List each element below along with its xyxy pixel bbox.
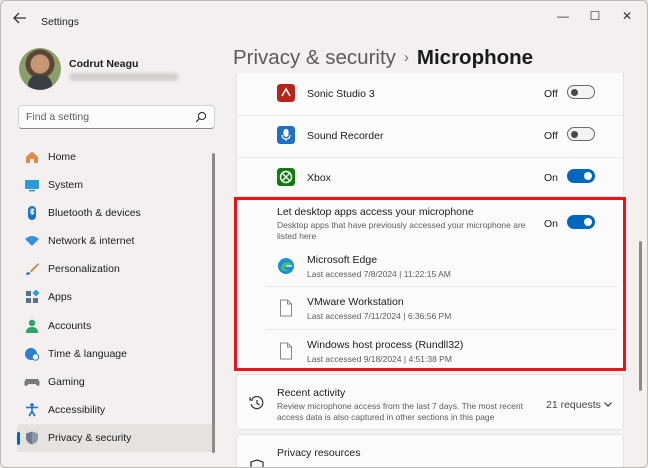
recent-activity-card[interactable]: Recent activity Review microphone access… — [236, 374, 624, 430]
back-arrow-icon — [13, 12, 26, 24]
sidebar-item-gaming[interactable]: Gaming — [17, 368, 215, 396]
sidebar-item-label: Gaming — [48, 375, 85, 388]
brush-icon — [26, 263, 39, 276]
sidebar-item-label: Privacy & security — [48, 431, 132, 444]
search-input[interactable] — [26, 111, 186, 123]
chevron-down-icon[interactable] — [603, 399, 613, 409]
bluetooth-icon — [28, 206, 36, 221]
minimize-button[interactable]: — — [553, 9, 573, 25]
app-name: VMware Workstation — [307, 296, 404, 308]
sonic-studio-icon — [277, 84, 295, 102]
main-scrollbar[interactable] — [639, 241, 642, 391]
sidebar-scrollbar[interactable] — [212, 153, 215, 453]
privacy-resources-title: Privacy resources — [277, 447, 361, 459]
sidebar-item-label: System — [48, 179, 84, 192]
sidebar-item-label: Network & internet — [48, 235, 135, 248]
person-icon — [26, 319, 38, 333]
desktop-apps-toggle[interactable] — [567, 215, 595, 229]
monitor-icon — [25, 180, 39, 192]
sidebar-item-apps[interactable]: Apps — [17, 283, 215, 311]
desktop-app-row-edge: Microsoft Edge Last accessed 7/8/2024 | … — [237, 243, 623, 285]
toggle-state-label: On — [544, 172, 559, 184]
sidebar-item-label: Accessibility — [48, 403, 106, 416]
recent-activity-title: Recent activity — [277, 387, 346, 399]
breadcrumb-parent[interactable]: Privacy & security — [233, 46, 396, 69]
app-row-sound-recorder: Sound Recorder Off — [237, 115, 623, 157]
close-button[interactable]: ✕ — [617, 9, 637, 25]
accessibility-icon — [26, 403, 38, 417]
request-count: 21 requests — [546, 399, 601, 411]
sidebar-item-system[interactable]: System — [17, 171, 215, 199]
breadcrumb-separator: › — [403, 49, 409, 66]
last-accessed: Last accessed 7/11/2024 | 6:36:56 PM — [307, 311, 452, 321]
app-row-sonic-studio: Sonic Studio 3 Off — [237, 73, 623, 115]
search-box[interactable] — [18, 105, 215, 129]
breadcrumb: Privacy & security › Microphone — [233, 46, 533, 70]
desktop-apps-section: Let desktop apps access your microphone … — [236, 198, 624, 369]
app-title: Settings — [41, 16, 79, 28]
desktop-app-row-rundll32: Windows host process (Rundll32) Last acc… — [237, 328, 623, 370]
gamepad-icon — [24, 378, 40, 386]
sidebar-item-label: Home — [48, 151, 77, 163]
maximize-button[interactable]: ☐ — [585, 9, 605, 25]
user-email-blurred — [69, 73, 179, 81]
xbox-toggle[interactable] — [567, 169, 595, 183]
sidebar-item-label: Apps — [48, 291, 72, 304]
sidebar-item-privacy-security[interactable]: Privacy & security — [17, 423, 215, 453]
apps-icon — [26, 290, 40, 304]
sidebar-item-network[interactable]: Network & internet — [17, 227, 215, 255]
xbox-icon — [277, 168, 295, 186]
toggle-state-label: On — [544, 218, 559, 230]
sonic-studio-toggle[interactable] — [567, 85, 595, 99]
file-icon — [280, 299, 292, 317]
back-button[interactable] — [13, 11, 31, 27]
sidebar-item-personalization[interactable]: Personalization — [17, 255, 215, 283]
app-name: Microsoft Edge — [307, 254, 378, 266]
user-name: Codrut Neagu — [69, 58, 139, 70]
app-name: Sound Recorder — [307, 130, 384, 142]
avatar — [19, 48, 61, 90]
toggle-state-label: Off — [544, 130, 558, 142]
wifi-icon — [25, 236, 39, 247]
app-permissions-list: Sonic Studio 3 Off Sound Recorder Off Xb… — [236, 73, 624, 197]
sidebar-item-label: Bluetooth & devices — [48, 207, 141, 220]
edge-icon — [278, 258, 294, 274]
sidebar-item-time-language[interactable]: Time & language — [17, 340, 215, 368]
app-name: Xbox — [307, 172, 331, 184]
sidebar-item-bluetooth[interactable]: Bluetooth & devices — [17, 199, 215, 227]
desktop-apps-description: Desktop apps that have previously access… — [277, 220, 526, 241]
app-row-xbox: Xbox On — [237, 157, 623, 199]
file-icon — [280, 342, 292, 360]
home-icon — [26, 151, 38, 163]
toggle-state-label: Off — [544, 88, 558, 100]
app-name: Sonic Studio 3 — [307, 88, 375, 100]
title-bar: Settings — ☐ ✕ — [1, 1, 647, 35]
last-accessed: Last accessed 9/18/2024 | 4:51:38 PM — [307, 354, 452, 364]
app-name: Windows host process (Rundll32) — [307, 339, 464, 351]
privacy-resources-card[interactable]: Privacy resources — [236, 434, 624, 467]
sound-recorder-icon — [277, 126, 295, 144]
last-accessed: Last accessed 7/8/2024 | 11:22:15 AM — [307, 269, 451, 279]
desktop-apps-title: Let desktop apps access your microphone — [277, 206, 474, 218]
sidebar-item-label: Personalization — [48, 263, 120, 276]
desktop-app-row-vmware: VMware Workstation Last accessed 7/11/20… — [237, 285, 623, 327]
history-icon — [249, 395, 264, 410]
page-title: Microphone — [416, 46, 534, 69]
settings-window: Settings — ☐ ✕ Codrut Neagu Home System … — [0, 0, 648, 468]
recent-activity-description: Review microphone access from the last 7… — [277, 401, 523, 422]
shield-icon — [250, 459, 264, 467]
shield-icon — [26, 431, 38, 445]
sidebar-item-label: Time & language — [48, 347, 127, 360]
sidebar-item-accounts[interactable]: Accounts — [17, 312, 215, 340]
sidebar-item-label: Accounts — [48, 319, 92, 332]
search-icon — [195, 111, 207, 123]
sidebar-item-home[interactable]: Home — [17, 143, 215, 171]
sidebar-item-accessibility[interactable]: Accessibility — [17, 396, 215, 424]
sound-recorder-toggle[interactable] — [567, 127, 595, 141]
globe-clock-icon — [25, 347, 40, 361]
sidebar-nav: Home System Bluetooth & devices Network … — [17, 143, 215, 453]
